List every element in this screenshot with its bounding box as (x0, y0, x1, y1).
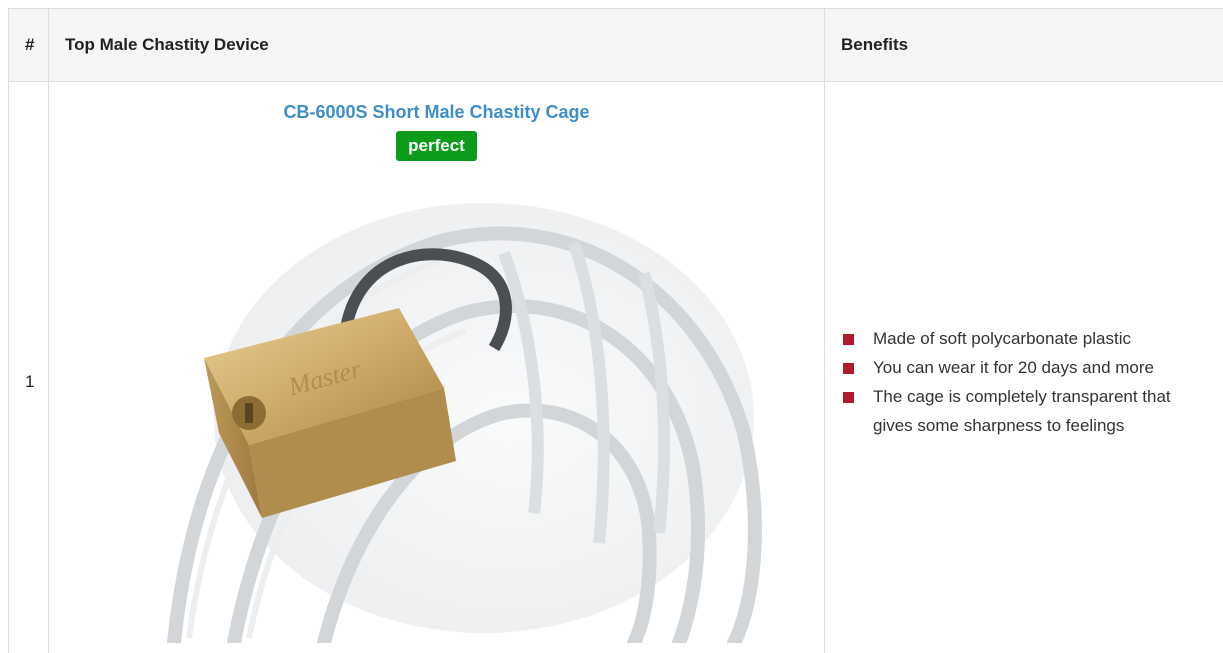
benefit-item: You can wear it for 20 days and more (841, 353, 1193, 382)
benefit-text: The cage is completely transparent that … (873, 386, 1171, 435)
product-title-link[interactable]: CB-6000S Short Male Chastity Cage (283, 102, 589, 123)
benefit-text: Made of soft polycarbonate plastic (873, 328, 1131, 348)
benefit-item: Made of soft polycarbonate plastic (841, 324, 1193, 353)
benefits-cell: Made of soft polycarbonate plastic You c… (824, 81, 1223, 653)
square-bullet-icon (843, 333, 854, 345)
header-device: Top Male Chastity Device (48, 8, 825, 82)
header-rank: # (8, 8, 49, 82)
header-benefits: Benefits (824, 8, 1223, 82)
square-bullet-icon (843, 362, 854, 374)
table-header-row: # Top Male Chastity Device Benefits (8, 8, 1223, 82)
rating-badge: perfect (396, 131, 477, 161)
product-image[interactable]: Master (103, 183, 770, 643)
square-bullet-icon (843, 391, 854, 403)
keyhole (244, 403, 253, 423)
comparison-table-container: # Top Male Chastity Device Benefits 1 CB… (8, 8, 1223, 653)
table-row: 1 CB-6000S Short Male Chastity Cage perf… (8, 81, 1223, 653)
benefit-text: You can wear it for 20 days and more (873, 357, 1154, 377)
rank-cell: 1 (8, 81, 49, 653)
comparison-table: # Top Male Chastity Device Benefits 1 CB… (8, 8, 1223, 653)
benefits-list: Made of soft polycarbonate plastic You c… (841, 324, 1193, 440)
benefit-item: The cage is completely transparent that … (841, 382, 1193, 440)
device-cell: CB-6000S Short Male Chastity Cage perfec… (48, 81, 825, 653)
